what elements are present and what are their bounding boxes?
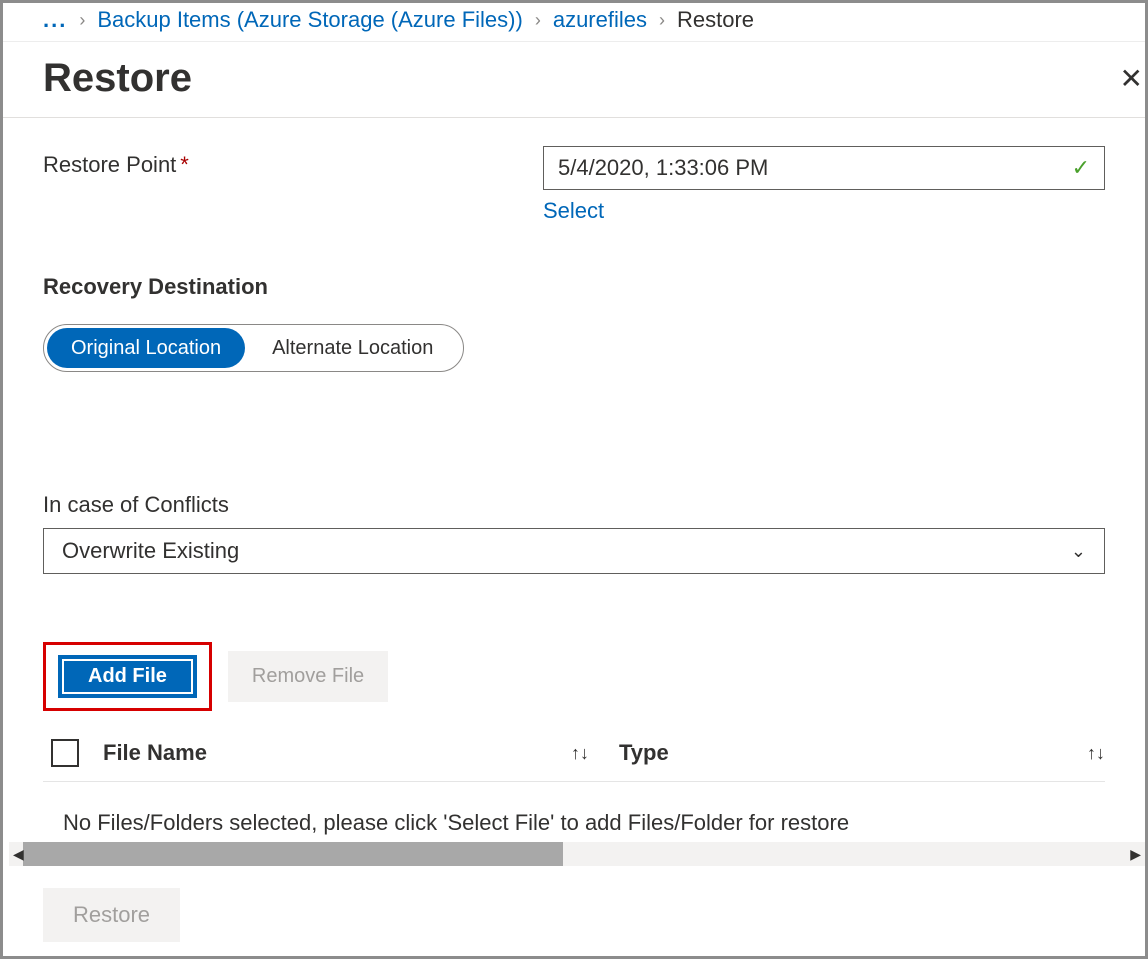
conflicts-value: Overwrite Existing — [62, 538, 239, 564]
breadcrumb-azurefiles[interactable]: azurefiles — [553, 7, 647, 33]
sort-icon[interactable]: ↑↓ — [571, 743, 589, 764]
breadcrumb-backup-items[interactable]: Backup Items (Azure Storage (Azure Files… — [97, 7, 522, 33]
column-type[interactable]: Type ↑↓ — [619, 740, 1105, 766]
add-file-button[interactable]: Add File — [58, 655, 197, 698]
breadcrumb-current: Restore — [677, 7, 754, 33]
breadcrumb-separator-icon: › — [659, 10, 665, 31]
scroll-left-icon[interactable]: ◀ — [9, 846, 28, 863]
remove-file-button: Remove File — [228, 651, 388, 702]
scrollbar-thumb[interactable] — [23, 842, 563, 866]
original-location-option[interactable]: Original Location — [47, 328, 245, 368]
table-header: File Name ↑↓ Type ↑↓ — [43, 739, 1105, 782]
close-icon[interactable]: ✕ — [1120, 62, 1143, 95]
select-link[interactable]: Select — [543, 198, 604, 224]
conflicts-label: In case of Conflicts — [43, 492, 1105, 518]
checkmark-icon: ✓ — [1072, 155, 1090, 181]
horizontal-scrollbar[interactable]: ◀ ▶ — [9, 842, 1145, 866]
alternate-location-option[interactable]: Alternate Location — [248, 325, 463, 371]
select-all-checkbox[interactable] — [51, 739, 79, 767]
conflicts-dropdown[interactable]: Overwrite Existing ⌄ — [43, 528, 1105, 574]
breadcrumb-ellipsis[interactable]: ... — [43, 7, 67, 33]
scroll-right-icon[interactable]: ▶ — [1126, 846, 1145, 863]
restore-point-input[interactable]: 5/4/2020, 1:33:06 PM ✓ — [543, 146, 1105, 190]
sort-icon[interactable]: ↑↓ — [1087, 743, 1105, 764]
chevron-down-icon: ⌄ — [1071, 541, 1086, 562]
breadcrumb-separator-icon: › — [79, 10, 85, 31]
column-file-name[interactable]: File Name ↑↓ — [103, 740, 619, 766]
breadcrumb-separator-icon: › — [535, 10, 541, 31]
add-file-highlight: Add File — [43, 642, 212, 711]
recovery-destination-heading: Recovery Destination — [43, 274, 1105, 300]
restore-point-value: 5/4/2020, 1:33:06 PM — [558, 155, 768, 181]
empty-files-message: No Files/Folders selected, please click … — [63, 810, 1105, 836]
page-title: Restore — [43, 56, 192, 101]
recovery-destination-toggle: Original Location Alternate Location — [43, 324, 464, 372]
breadcrumb: ... › Backup Items (Azure Storage (Azure… — [3, 3, 1145, 42]
restore-button: Restore — [43, 888, 180, 942]
restore-point-label: Restore Point* — [43, 146, 543, 178]
